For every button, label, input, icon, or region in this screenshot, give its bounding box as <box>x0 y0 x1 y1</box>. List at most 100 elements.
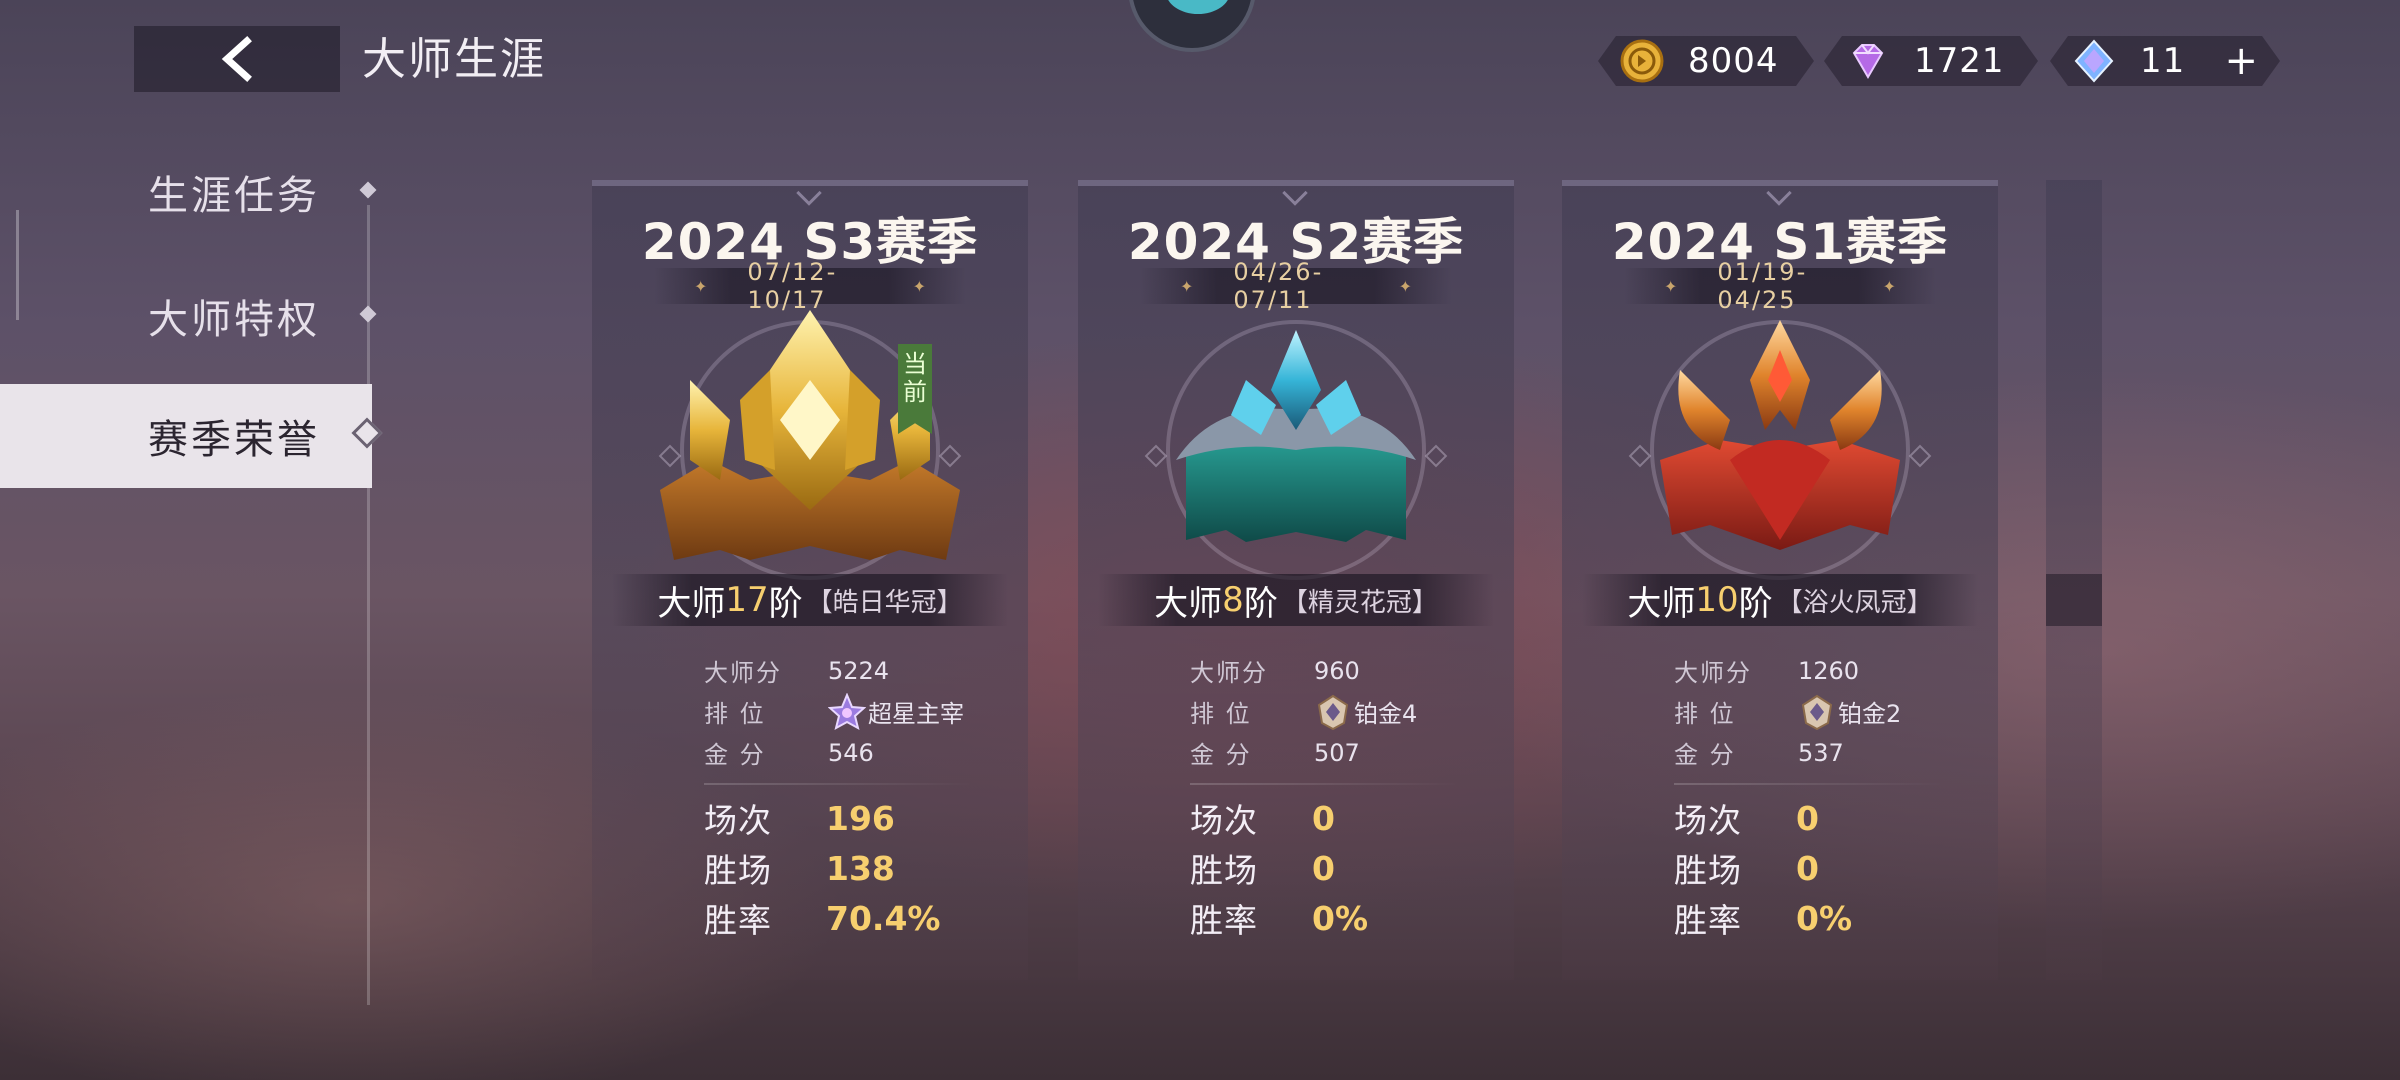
stats-divider <box>704 783 974 785</box>
season-dates: 07/12-10/17 <box>747 258 838 314</box>
rank-value: 铂金2 <box>1838 700 1902 728</box>
tier-suffix: 阶 <box>1738 583 1773 624</box>
stat-label: 胜率 <box>1190 901 1258 940</box>
gold-score-row: 金 分 537 <box>1674 732 1974 773</box>
crystal-value: 11 <box>2140 41 2186 81</box>
back-button[interactable] <box>134 26 340 92</box>
rank-value: 铂金4 <box>1354 700 1418 728</box>
stat-label: 大师分 <box>1190 659 1268 687</box>
master-score-row: 大师分 1260 <box>1674 650 1974 691</box>
games-row: 场次 0 <box>1674 793 1974 843</box>
rank-value-wrap: 超星主宰 <box>828 692 964 731</box>
crystal-balance[interactable]: 11 + <box>2050 36 2280 86</box>
stat-label: 金 分 <box>1190 741 1252 769</box>
season-card-s2[interactable]: 2024 S2赛季 ✦ 04/26-07/11 ✦ 大师 8 阶【精灵花冠】 大师分… <box>1078 180 1514 980</box>
season-card-s1[interactable]: 2024 S1赛季 ✦ 01/19-04/25 ✦ 大师 10 阶【浴火凤冠】 大师… <box>1562 180 1998 980</box>
mascot-emblem-icon[interactable] <box>1128 0 1256 52</box>
crown-name: 【皓日华冠】 <box>806 587 963 618</box>
master-score-row: 大师分 5224 <box>704 650 1004 691</box>
sidebar-item-label: 生涯任务 <box>148 173 320 219</box>
coin-icon <box>1620 39 1664 83</box>
tier-prefix: 大师 <box>1627 583 1696 624</box>
tier-prefix: 大师 <box>1154 583 1223 624</box>
season-dates: 04/26-07/11 <box>1233 258 1324 314</box>
season-card-s3[interactable]: 2024 S3赛季 ✦ 07/12-10/17 ✦ 当前 大师 17 阶【皓日华冠】… <box>592 180 1028 980</box>
stat-label: 胜场 <box>1190 851 1258 890</box>
sidebar-item-master-privileges[interactable]: 大师特权 <box>0 264 377 368</box>
page-title: 大师生涯 <box>362 34 546 85</box>
wins-value: 0 <box>1312 848 1335 888</box>
games-value: 0 <box>1312 798 1335 838</box>
stat-label: 大师分 <box>1674 659 1752 687</box>
coin-value: 8004 <box>1688 41 1779 81</box>
stats-divider <box>1674 783 1944 785</box>
sidebar-item-season-honors[interactable]: 赛季荣誉 <box>0 384 383 488</box>
current-season-tag: 当前 <box>898 344 932 434</box>
stats-divider <box>1190 783 1460 785</box>
wins-value: 138 <box>826 848 895 888</box>
winrate-value: 0% <box>1796 898 1853 938</box>
spirit-flower-crown-icon <box>1176 330 1416 542</box>
stat-label: 排 位 <box>1190 700 1252 728</box>
season-dates-band: ✦ 04/26-07/11 ✦ <box>1140 258 1452 314</box>
rank-value-wrap: 铂金2 <box>1798 693 1901 731</box>
tier-band: 大师 17 阶【皓日华冠】 <box>612 574 1008 626</box>
tier-suffix: 阶 <box>768 583 803 624</box>
gem-balance[interactable]: 1721 <box>1824 36 2038 86</box>
tier-prefix: 大师 <box>657 583 726 624</box>
winrate-row: 胜率 0% <box>1674 893 1974 943</box>
crystal-icon <box>2072 39 2116 83</box>
chevron-left-icon <box>221 36 252 82</box>
games-value: 196 <box>826 798 895 838</box>
stat-label: 胜率 <box>1674 901 1742 940</box>
stat-label: 排 位 <box>1674 700 1736 728</box>
season-stats: 大师分 1260 排 位 铂金2 金 分 537 场次 0 胜场 0 胜率 0% <box>1674 650 1974 943</box>
crown-name: 【浴火凤冠】 <box>1776 587 1933 618</box>
season-card-next-peek[interactable] <box>2046 180 2102 980</box>
sidebar-item-label: 赛季荣誉 <box>148 417 320 463</box>
coin-balance[interactable]: 8004 <box>1598 36 1814 86</box>
season-dates-band: ✦ 07/12-10/17 ✦ <box>654 258 966 314</box>
phoenix-crown-icon <box>1660 320 1900 550</box>
games-row: 场次 196 <box>704 793 1004 843</box>
gold-score-value: 507 <box>1314 738 1360 767</box>
tier-band: 大师 8 阶【精灵花冠】 <box>1098 574 1494 626</box>
stat-label: 金 分 <box>704 741 766 769</box>
games-row: 场次 0 <box>1190 793 1490 843</box>
master-score-value: 960 <box>1314 656 1360 685</box>
sidebar-item-career-tasks[interactable]: 生涯任务 <box>0 140 377 244</box>
stat-label: 场次 <box>1674 801 1742 840</box>
games-value: 0 <box>1796 798 1819 838</box>
diamond-marker-icon <box>351 417 383 449</box>
rank-value: 超星主宰 <box>868 700 964 728</box>
stat-label: 场次 <box>1190 801 1258 840</box>
tier-number: 10 <box>1695 580 1739 620</box>
winrate-row: 胜率 70.4% <box>704 893 1004 943</box>
sidebar-item-label: 大师特权 <box>148 297 320 343</box>
diamond-marker-icon <box>359 305 377 323</box>
stat-label: 场次 <box>704 801 772 840</box>
stat-label: 排 位 <box>704 700 766 728</box>
wins-row: 胜场 0 <box>1674 843 1974 893</box>
tier-number: 17 <box>725 580 769 620</box>
wins-row: 胜场 138 <box>704 843 1004 893</box>
star-supreme-rank-icon <box>828 692 866 730</box>
gold-score-row: 金 分 507 <box>1190 732 1490 773</box>
sparkle-icon: ✦ <box>1664 276 1678 296</box>
season-stats: 大师分 960 排 位 铂金4 金 分 507 场次 0 胜场 0 胜率 0% <box>1190 650 1490 943</box>
stat-label: 胜场 <box>1674 851 1742 890</box>
platinum-rank-icon <box>1801 694 1833 730</box>
rank-row: 排 位 超星主宰 <box>704 691 1004 732</box>
season-stats: 大师分 5224 排 位 超星主宰 金 分 546 场次 196 胜场 138 胜率 70… <box>704 650 1004 943</box>
sparkle-icon: ✦ <box>1180 276 1194 296</box>
sparkle-icon: ✦ <box>1882 276 1896 296</box>
gold-score-value: 546 <box>828 738 874 767</box>
add-crystal-button[interactable]: + <box>2224 36 2258 86</box>
stat-label: 胜场 <box>704 851 772 890</box>
rank-value-wrap: 铂金4 <box>1314 693 1417 731</box>
sparkle-icon: ✦ <box>912 276 926 296</box>
wins-value: 0 <box>1796 848 1819 888</box>
rank-row: 排 位 铂金2 <box>1674 691 1974 732</box>
stat-label: 胜率 <box>704 901 772 940</box>
winrate-value: 70.4% <box>826 898 941 938</box>
